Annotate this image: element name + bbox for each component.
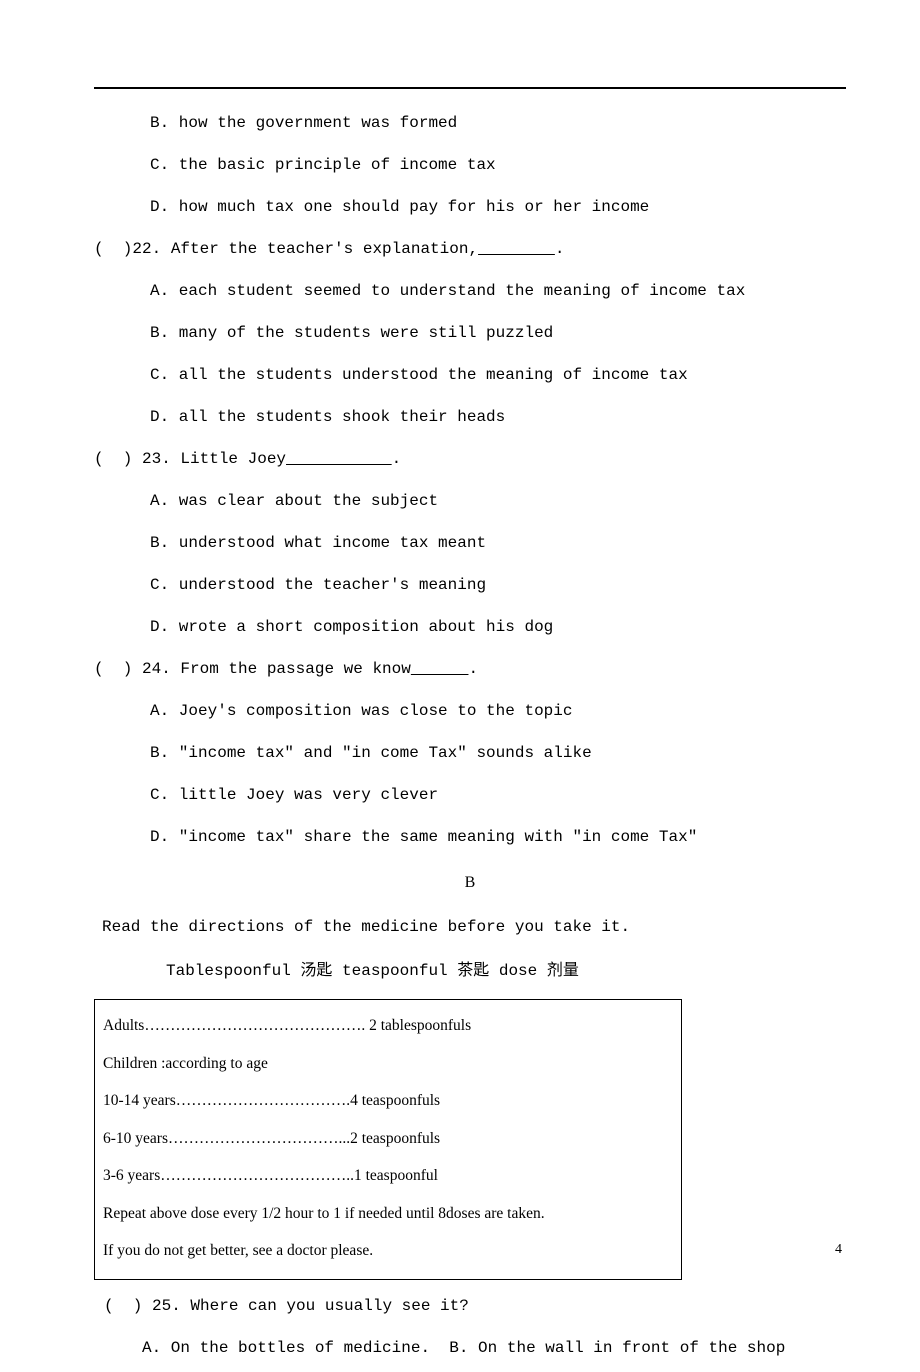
q23-option-b: B. understood what income tax meant bbox=[94, 535, 846, 551]
q24-blank bbox=[411, 660, 469, 678]
dosage-6-10: 6-10 years……………………………...2 teaspoonfuls bbox=[103, 1131, 673, 1147]
dosage-repeat: Repeat above dose every 1/2 hour to 1 if… bbox=[103, 1206, 673, 1222]
dosage-box: Adults……………………………………. 2 tablespoonfuls C… bbox=[94, 999, 682, 1280]
q25-options-ab: A. On the bottles of medicine. B. On the… bbox=[94, 1340, 846, 1356]
page-number: 4 bbox=[835, 1242, 842, 1258]
q22-stem: ( )22. After the teacher's explanation, … bbox=[94, 241, 846, 257]
q22-text: ( )22. After the teacher's explanation, bbox=[94, 240, 478, 258]
q21-option-c: C. the basic principle of income tax bbox=[94, 157, 846, 173]
q23-period: . bbox=[392, 450, 402, 468]
q22-option-c: C. all the students understood the meani… bbox=[94, 367, 846, 383]
q24-option-a: A. Joey's composition was close to the t… bbox=[94, 703, 846, 719]
passage-b-intro: Read the directions of the medicine befo… bbox=[102, 919, 846, 935]
dosage-advice: If you do not get better, see a doctor p… bbox=[103, 1243, 673, 1259]
passage-b-vocab: Tablespoonful 汤匙 teaspoonful 茶匙 dose 剂量 bbox=[166, 963, 846, 979]
q21-option-b: B. how the government was formed bbox=[94, 115, 846, 131]
q24-option-b: B. "income tax" and "in come Tax" sounds… bbox=[94, 745, 846, 761]
q22-blank bbox=[478, 240, 555, 258]
dosage-10-14: 10-14 years…………………………….4 teaspoonfuls bbox=[103, 1093, 673, 1109]
q21-option-d: D. how much tax one should pay for his o… bbox=[94, 199, 846, 215]
q22-period: . bbox=[555, 240, 565, 258]
header-rule bbox=[94, 87, 846, 89]
q22-option-a: A. each student seemed to understand the… bbox=[94, 283, 846, 299]
document-body: B. how the government was formed C. the … bbox=[94, 115, 846, 1372]
q23-text: ( ) 23. Little Joey bbox=[94, 450, 286, 468]
section-b-heading: B bbox=[94, 875, 846, 891]
q23-option-a: A. was clear about the subject bbox=[94, 493, 846, 509]
q24-option-c: C. little Joey was very clever bbox=[94, 787, 846, 803]
q23-stem: ( ) 23. Little Joey . bbox=[94, 451, 846, 467]
q22-option-b: B. many of the students were still puzzl… bbox=[94, 325, 846, 341]
q24-option-d: D. "income tax" share the same meaning w… bbox=[94, 829, 846, 845]
q24-stem: ( ) 24. From the passage we know . bbox=[94, 661, 846, 677]
q22-option-d: D. all the students shook their heads bbox=[94, 409, 846, 425]
q23-option-c: C. understood the teacher's meaning bbox=[94, 577, 846, 593]
q21-options-continued: B. how the government was formed C. the … bbox=[94, 115, 846, 215]
dosage-children-heading: Children :according to age bbox=[103, 1056, 673, 1072]
q23-option-d: D. wrote a short composition about his d… bbox=[94, 619, 846, 635]
q24-period: . bbox=[468, 660, 478, 678]
q25-stem: ( ) 25. Where can you usually see it? bbox=[104, 1298, 846, 1314]
dosage-adults: Adults……………………………………. 2 tablespoonfuls bbox=[103, 1018, 673, 1034]
q23-blank bbox=[286, 450, 392, 468]
q24-text: ( ) 24. From the passage we know bbox=[94, 660, 411, 678]
dosage-3-6: 3-6 years………………………………..1 teaspoonful bbox=[103, 1168, 673, 1184]
